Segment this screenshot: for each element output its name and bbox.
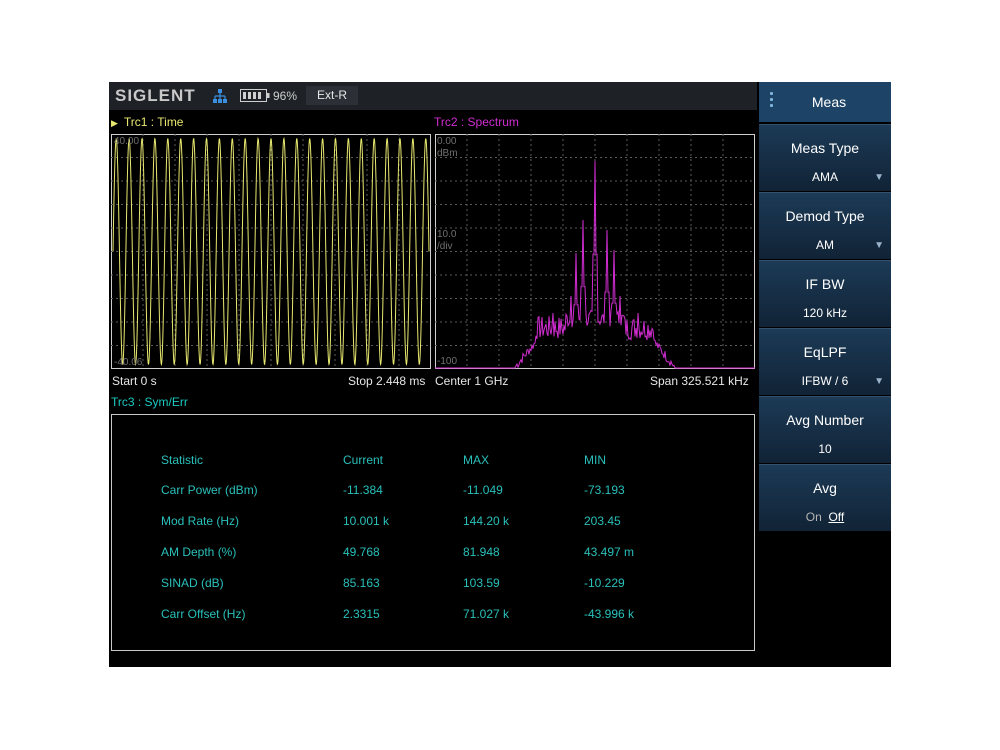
spectrum-plot[interactable] xyxy=(435,134,755,369)
softkey-label: Meas Type xyxy=(790,140,860,156)
softkey-value: 120 kHz xyxy=(802,306,848,320)
meas-type-button[interactable]: Meas Type AMA ▼ xyxy=(759,124,891,191)
statistics-table: Statistic Current MAX MIN Carr Power (dB… xyxy=(111,414,755,651)
table-cell: 85.163 xyxy=(343,576,380,590)
avg-toggle-button[interactable]: Avg On Off xyxy=(759,464,891,531)
table-cell: Mod Rate (Hz) xyxy=(161,514,240,528)
time-start: Start 0 s xyxy=(112,374,157,388)
table-cell: 81.948 xyxy=(463,545,500,559)
dropdown-arrow-icon: ▼ xyxy=(874,240,884,251)
trace1-top-level: 40.00 xyxy=(114,136,140,147)
scale-unit: /div xyxy=(437,241,453,252)
softkey-value: AM xyxy=(816,238,834,252)
battery-icon xyxy=(240,89,270,102)
dropdown-arrow-icon: ▼ xyxy=(874,172,884,183)
time-stop: Stop 2.448 ms xyxy=(348,374,426,388)
menu-title: Meas xyxy=(811,94,847,110)
avg-on-option: On xyxy=(805,510,822,524)
reference-badge: Ext-R xyxy=(306,86,358,105)
analyzer-screen: SIGLENT 96% Ext-R ▶ Trc1 : Time Trc2 : Sp… xyxy=(109,82,891,667)
trace3-label[interactable]: Trc3 : Sym/Err xyxy=(111,395,188,409)
table-cell: 43.497 m xyxy=(584,545,635,559)
table-cell: 203.45 xyxy=(584,514,621,528)
table-cell: 10.001 k xyxy=(343,514,390,528)
scale-value: 10.0 xyxy=(437,229,457,240)
eqlpf-button[interactable]: EqLPF IFBW / 6 ▼ xyxy=(759,328,891,395)
table-cell: 2.3315 xyxy=(343,607,380,621)
time-domain-plot[interactable] xyxy=(111,134,431,369)
active-trace-marker-icon: ▶ xyxy=(111,118,118,128)
if-bw-button[interactable]: IF BW 120 kHz xyxy=(759,260,891,327)
table-cell: Carr Power (dBm) xyxy=(161,483,258,497)
more-icon xyxy=(770,92,773,110)
avg-toggle: On Off xyxy=(759,510,891,524)
demod-type-button[interactable]: Demod Type AM ▼ xyxy=(759,192,891,259)
trace1-bottom-level: -40.06 xyxy=(114,357,143,368)
avg-number-button[interactable]: Avg Number 10 xyxy=(759,396,891,463)
softkey-label: IF BW xyxy=(805,276,845,292)
table-cell: 103.59 xyxy=(463,576,500,590)
trace1-title: Trc1 : Time xyxy=(123,115,184,129)
table-cell: 71.027 k xyxy=(463,607,510,621)
table-cell: -43.996 k xyxy=(584,607,635,621)
table-cell: -11.384 xyxy=(343,483,383,497)
ref-level: 0.00 xyxy=(437,136,457,147)
table-cell: 49.768 xyxy=(343,545,380,559)
stats-header-max: MAX xyxy=(463,453,490,467)
trace1-label[interactable]: ▶ Trc1 : Time xyxy=(111,115,183,129)
menu-header[interactable]: Meas xyxy=(759,82,891,122)
table-cell: SINAD (dB) xyxy=(161,576,224,590)
network-icon xyxy=(213,89,227,103)
avg-off-option: Off xyxy=(828,510,845,524)
table-cell: -10.229 xyxy=(584,576,625,590)
softkey-value: 10 xyxy=(818,442,832,456)
brand-logo: SIGLENT xyxy=(115,86,196,105)
stats-header-statistic: Statistic xyxy=(161,453,204,467)
battery-percent: 96% xyxy=(273,89,298,103)
status-bar: SIGLENT 96% Ext-R xyxy=(109,82,757,110)
ref-unit: dBm xyxy=(437,148,458,159)
softkey-label: Avg Number xyxy=(786,412,864,428)
table-cell: 144.20 k xyxy=(463,514,510,528)
stats-header-current: Current xyxy=(343,453,384,467)
table-cell: AM Depth (%) xyxy=(161,545,237,559)
span: Span 325.521 kHz xyxy=(650,374,749,388)
softkey-label: Demod Type xyxy=(785,208,865,224)
dropdown-arrow-icon: ▼ xyxy=(874,376,884,387)
bottom-level: -100 xyxy=(437,356,458,367)
center-frequency: Center 1 GHz xyxy=(435,374,509,388)
softkey-value: AMA xyxy=(811,170,838,184)
softkey-label: Avg xyxy=(813,480,837,496)
table-cell: -73.193 xyxy=(584,483,625,497)
trace2-label[interactable]: Trc2 : Spectrum xyxy=(434,115,519,129)
stats-header-min: MIN xyxy=(584,453,606,467)
softkey-value: IFBW / 6 xyxy=(801,374,849,388)
softkey-label: EqLPF xyxy=(803,344,847,360)
table-cell: -11.049 xyxy=(463,483,503,497)
softkey-menu: Meas Meas Type AMA ▼ Demod Type AM ▼ IF … xyxy=(759,82,891,534)
table-cell: Carr Offset (Hz) xyxy=(161,607,246,621)
